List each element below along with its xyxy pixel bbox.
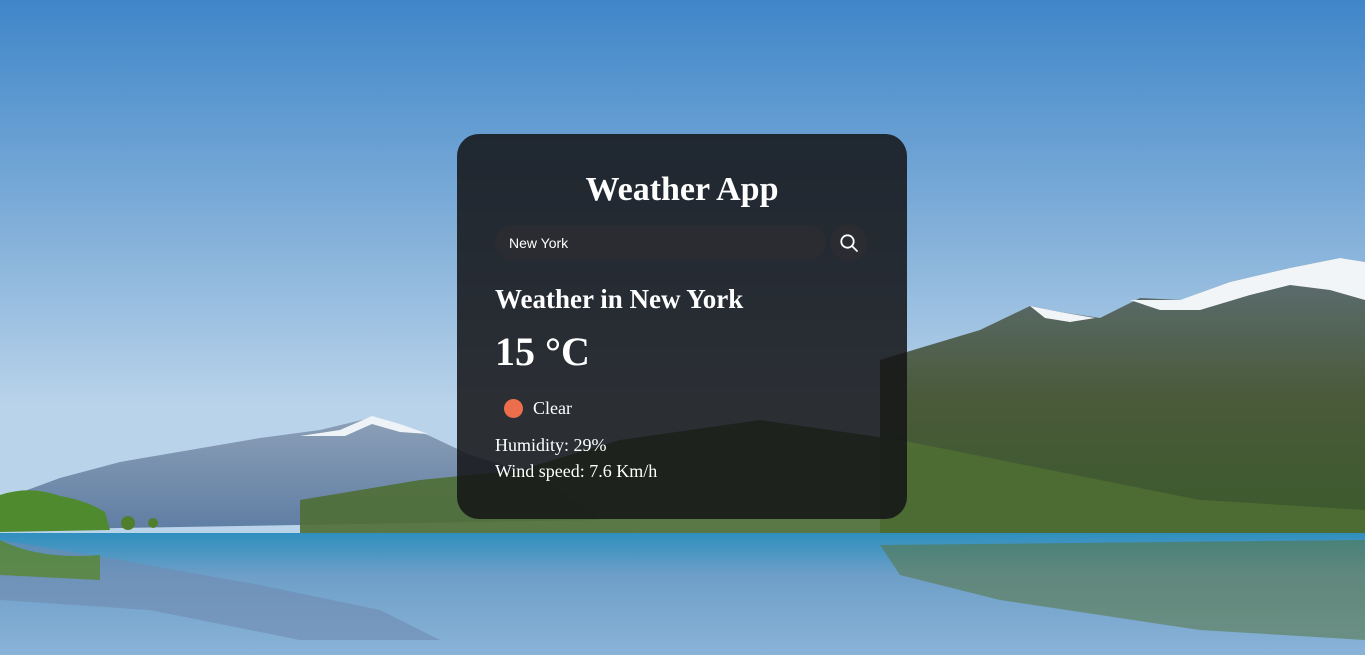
city-search-input[interactable] [495, 225, 826, 260]
weather-card: Weather App Weather in New York 15°C Cle… [457, 134, 907, 519]
weather-location-heading: Weather in New York [495, 284, 744, 314]
weather-condition: Clear [504, 396, 572, 420]
app-title: Weather App [585, 171, 779, 208]
search-icon [839, 233, 858, 252]
humidity-text: Humidity: 29% [495, 435, 607, 455]
temperature-unit: °C [545, 329, 590, 374]
temperature-value: 15 [495, 329, 535, 374]
temperature-display: 15 °C [495, 328, 590, 376]
search-button[interactable] [830, 224, 867, 261]
sun-icon [504, 398, 523, 418]
condition-label: Clear [533, 397, 572, 418]
wind-speed-text: Wind speed: 7.6 Km/h [495, 461, 658, 481]
